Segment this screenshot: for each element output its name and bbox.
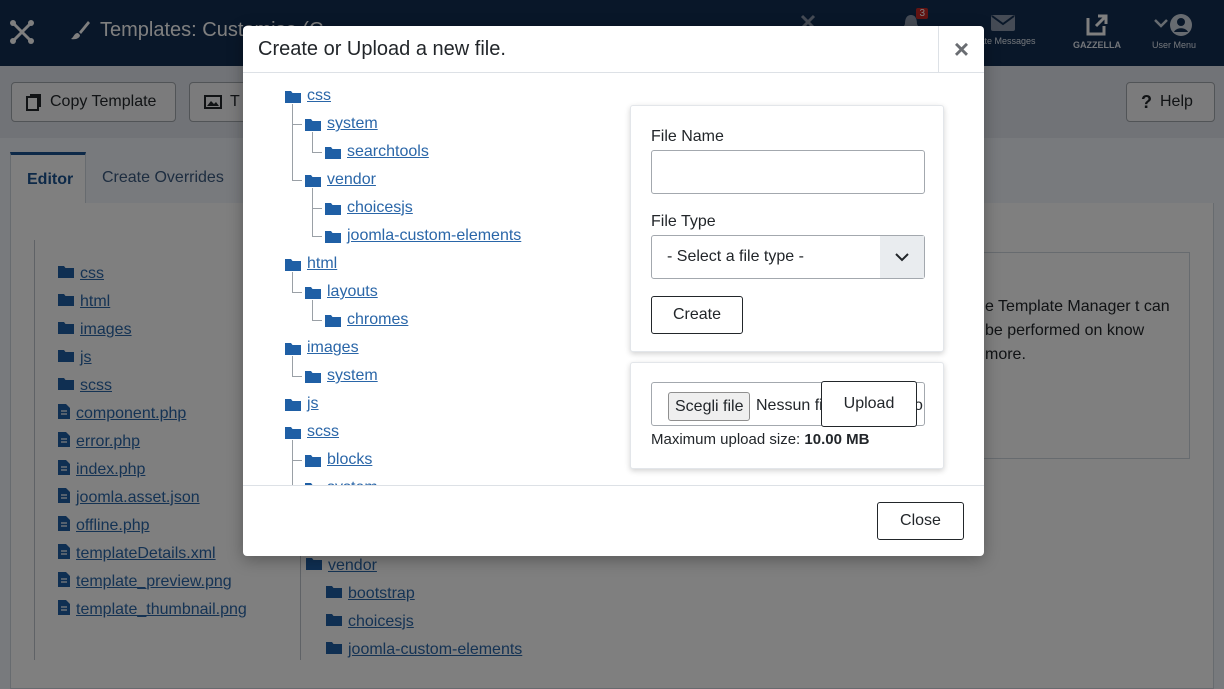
folder-tree-label: choicesjs <box>347 199 413 216</box>
tree-connector <box>292 272 293 292</box>
folder-icon <box>285 258 301 271</box>
folder-icon <box>305 174 321 187</box>
folder-tree-label: scss <box>307 423 339 440</box>
folder-tree-label: html <box>307 255 338 272</box>
file-type-select[interactable]: - Select a file type - <box>651 235 925 279</box>
modal-footer: Close <box>243 485 984 556</box>
folder-tree-label: css <box>307 87 331 104</box>
folder-icon <box>285 398 301 411</box>
folder-icon <box>325 230 341 243</box>
folder-tree-label: joomla-custom-elements <box>347 227 522 244</box>
tree-connector <box>312 188 313 236</box>
file-name-label: File Name <box>651 128 724 145</box>
tree-connector <box>312 320 322 321</box>
tree-connector <box>312 208 322 209</box>
tree-connector <box>312 152 322 153</box>
tree-connector <box>292 292 302 293</box>
tree-connector <box>312 132 313 152</box>
folder-tree-item[interactable]: js <box>285 390 319 418</box>
max-upload-value: 10.00 MB <box>804 431 870 448</box>
tree-connector <box>292 376 302 377</box>
folder-tree-item[interactable]: images <box>285 334 359 362</box>
folder-icon <box>285 90 301 103</box>
folder-tree-label: searchtools <box>347 143 429 160</box>
tree-connector <box>292 460 302 461</box>
max-upload-label: Maximum upload size: <box>651 431 801 448</box>
folder-icon <box>285 426 301 439</box>
folder-icon <box>305 118 321 131</box>
folder-tree-label: vendor <box>327 171 376 188</box>
folder-tree-label: chromes <box>347 311 409 328</box>
folder-tree-label: images <box>307 339 359 356</box>
file-name-input[interactable] <box>651 150 925 194</box>
close-icon: × <box>953 34 970 64</box>
folder-tree-item[interactable]: joomla-custom-elements <box>325 222 521 250</box>
tree-connector <box>312 236 322 237</box>
folder-tree-item[interactable]: system <box>305 110 378 138</box>
tree-connector <box>292 356 293 376</box>
close-button[interactable]: Close <box>877 502 964 540</box>
create-upload-modal: Create or Upload a new file. × css system… <box>243 26 984 556</box>
no-file-chosen-text: Nessun fi <box>756 397 823 414</box>
folder-tree-item[interactable]: system <box>305 474 378 485</box>
folder-tree-item[interactable]: scss <box>285 418 339 446</box>
folder-tree-label: system <box>327 115 378 132</box>
folder-icon <box>305 454 321 467</box>
folder-icon <box>325 202 341 215</box>
folder-tree-item[interactable]: vendor <box>305 166 376 194</box>
folder-tree-item[interactable]: system <box>305 362 378 390</box>
folder-icon <box>285 342 301 355</box>
folder-tree-label: layouts <box>327 283 378 300</box>
upload-button[interactable]: Upload <box>821 381 917 427</box>
upload-file-card: Scegli file Nessun fi o Upload Maximum u… <box>630 362 944 469</box>
create-file-card: File Name File Type - Select a file type… <box>630 105 944 352</box>
chevron-down-icon <box>880 236 924 278</box>
folder-icon <box>325 314 341 327</box>
folder-tree-item[interactable]: choicesjs <box>325 194 413 222</box>
modal-title: Create or Upload a new file. <box>258 38 506 60</box>
max-upload-size: Maximum upload size: 10.00 MB <box>651 431 869 448</box>
folder-tree-label: system <box>327 367 378 384</box>
tree-connector <box>292 124 302 125</box>
create-button[interactable]: Create <box>651 296 743 334</box>
folder-icon <box>305 286 321 299</box>
modal-body: css system searchtools vendor choicesjs jooml… <box>243 74 984 485</box>
folder-tree-item[interactable]: chromes <box>325 306 408 334</box>
folder-tree-item[interactable]: searchtools <box>325 138 429 166</box>
tree-connector <box>292 440 293 485</box>
modal-header: Create or Upload a new file. × <box>243 26 984 73</box>
file-type-label: File Type <box>651 213 716 230</box>
folder-tree-label: blocks <box>327 451 373 468</box>
folder-tree-item[interactable]: blocks <box>305 446 372 474</box>
folder-icon <box>305 370 321 383</box>
modal-close-button[interactable]: × <box>938 26 984 73</box>
tree-connector <box>292 180 302 181</box>
folder-tree-label: js <box>307 395 319 412</box>
choose-file-button[interactable]: Scegli file <box>668 392 751 421</box>
folder-tree-item[interactable]: layouts <box>305 278 378 306</box>
tree-connector <box>312 300 313 320</box>
folder-icon <box>325 146 341 159</box>
tree-connector <box>292 104 293 180</box>
file-type-selected: - Select a file type - <box>667 248 804 265</box>
